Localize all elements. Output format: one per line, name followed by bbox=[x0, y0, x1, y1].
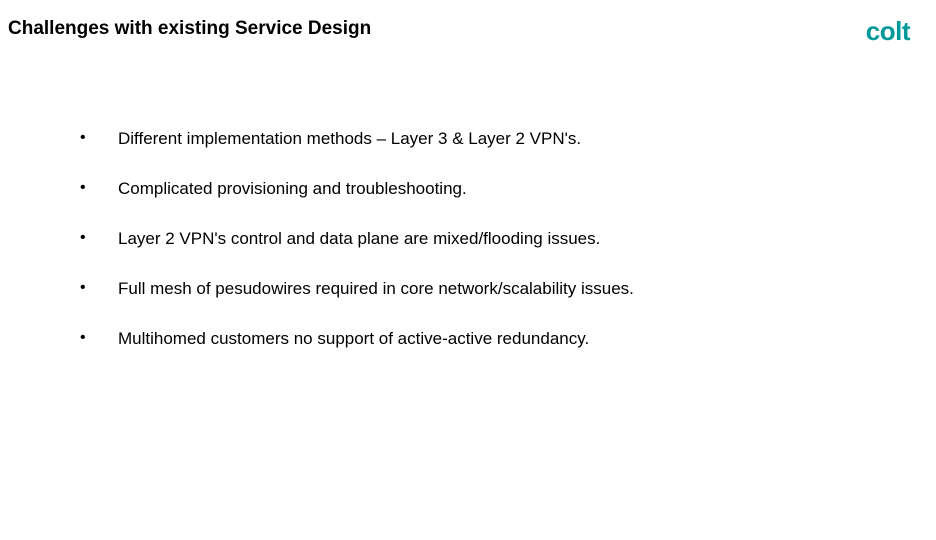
bullet-text: Layer 2 VPN's control and data plane are… bbox=[118, 228, 600, 250]
list-item: • Full mesh of pesudowires required in c… bbox=[80, 278, 860, 300]
bullet-icon: • bbox=[80, 178, 118, 198]
bullet-text: Different implementation methods – Layer… bbox=[118, 128, 581, 150]
brand-logo: colt bbox=[866, 16, 910, 47]
list-item: • Different implementation methods – Lay… bbox=[80, 128, 860, 150]
bullet-text: Multihomed customers no support of activ… bbox=[118, 328, 589, 350]
bullet-icon: • bbox=[80, 228, 118, 248]
list-item: • Layer 2 VPN's control and data plane a… bbox=[80, 228, 860, 250]
slide-title: Challenges with existing Service Design bbox=[8, 18, 371, 40]
list-item: • Multihomed customers no support of act… bbox=[80, 328, 860, 350]
bullet-text: Complicated provisioning and troubleshoo… bbox=[118, 178, 467, 200]
bullet-icon: • bbox=[80, 328, 118, 348]
list-item: • Complicated provisioning and troublesh… bbox=[80, 178, 860, 200]
bullet-icon: • bbox=[80, 278, 118, 298]
bullet-text: Full mesh of pesudowires required in cor… bbox=[118, 278, 634, 300]
bullet-list: • Different implementation methods – Lay… bbox=[80, 128, 860, 378]
bullet-icon: • bbox=[80, 128, 118, 148]
